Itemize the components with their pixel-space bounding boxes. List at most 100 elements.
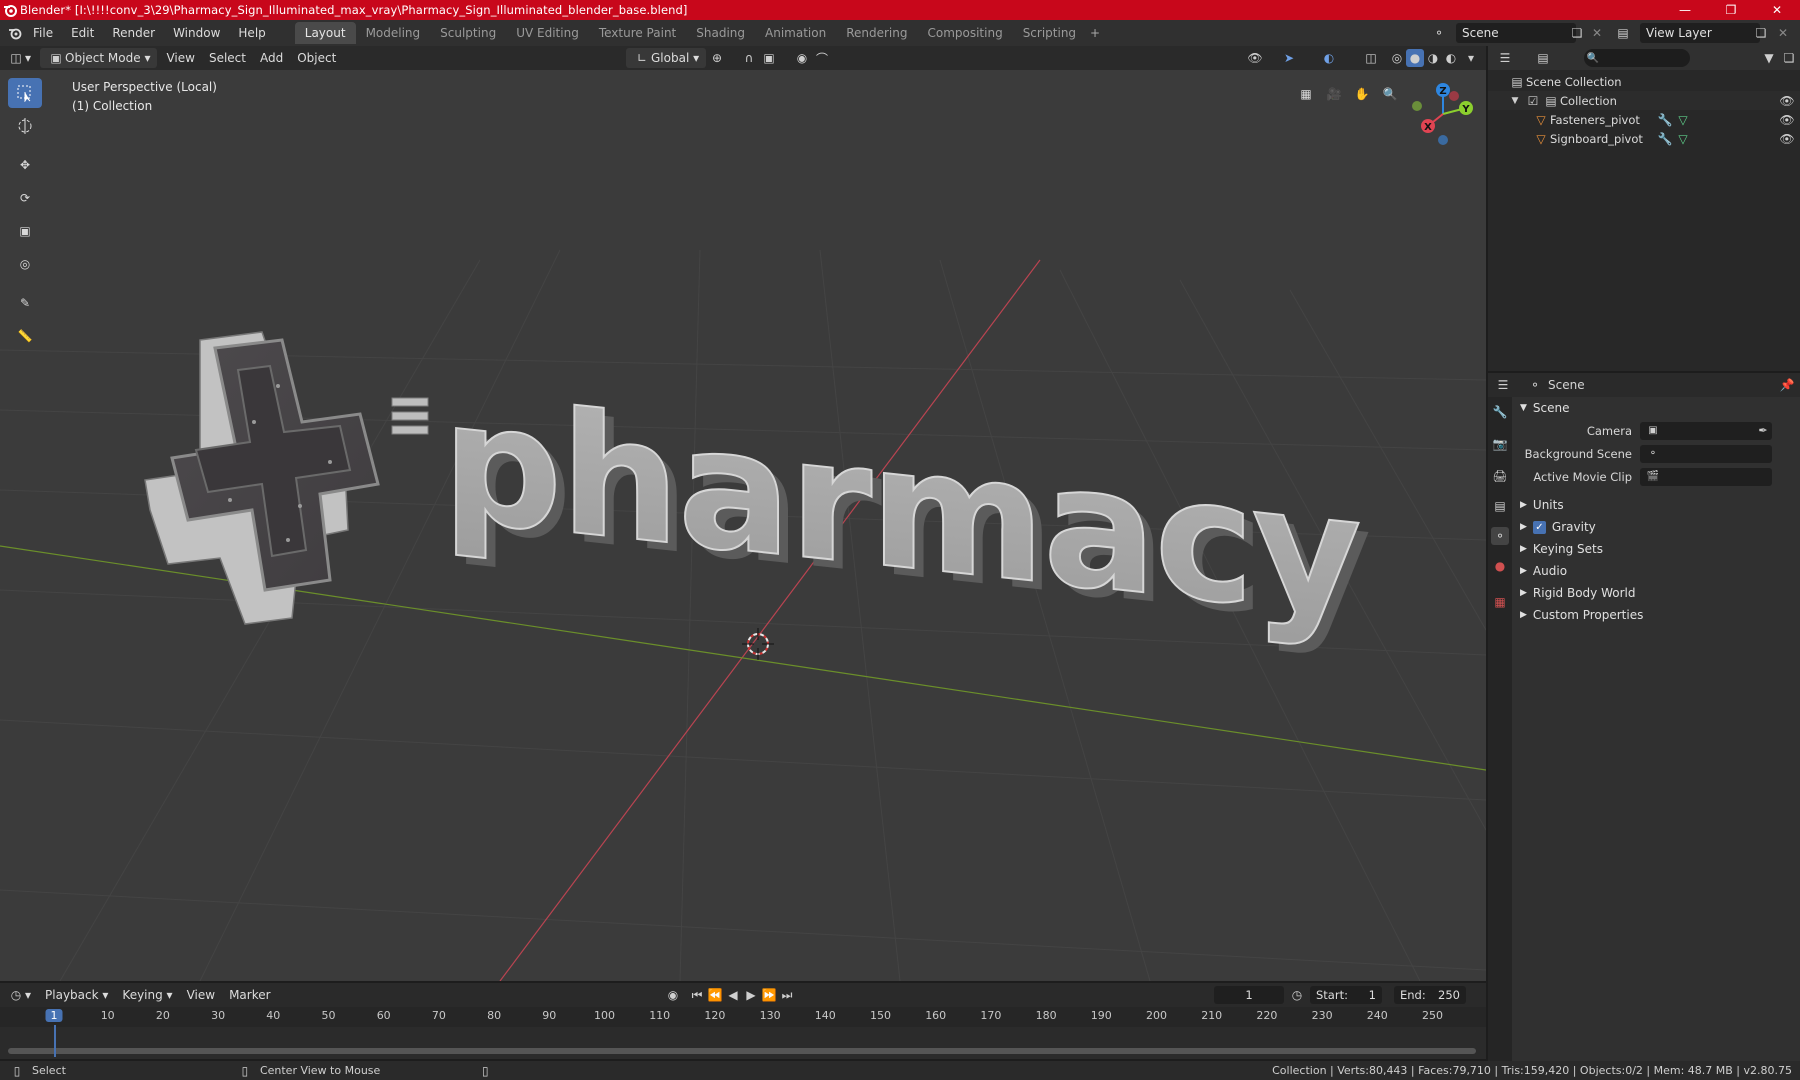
measure-tool[interactable]: 📏: [8, 321, 42, 351]
minimize-button[interactable]: —: [1662, 0, 1708, 20]
output-tab-icon[interactable]: 🖨: [1491, 467, 1509, 485]
gravity-panel-header[interactable]: ▶ ✓ Gravity: [1514, 516, 1800, 538]
background-scene-field[interactable]: ⚬: [1640, 444, 1772, 463]
show-gizmo-icon[interactable]: ➤: [1280, 49, 1298, 67]
solid-shading-icon[interactable]: ●: [1406, 49, 1424, 67]
add-workspace-icon[interactable]: +: [1086, 24, 1104, 42]
outliner-row-collection[interactable]: ▼ ☑ ▤ Collection 👁: [1488, 91, 1800, 110]
menu-window[interactable]: Window: [164, 22, 229, 44]
object-visibility-icon[interactable]: 👁: [1246, 49, 1264, 67]
3d-viewport[interactable]: pharmacy pharmacy User Perspective (Loca…: [0, 70, 1486, 981]
visibility-eye-icon[interactable]: 👁: [1778, 111, 1796, 129]
view-layer-icon[interactable]: ▤: [1614, 24, 1632, 42]
show-overlays-icon[interactable]: ◐: [1320, 49, 1338, 67]
menu-help[interactable]: Help: [229, 22, 274, 44]
timeline-scrollbar[interactable]: [8, 1048, 1476, 1054]
close-button[interactable]: ✕: [1754, 0, 1800, 20]
pin-icon[interactable]: 📌: [1778, 376, 1796, 394]
outliner-search-input[interactable]: 🔍: [1584, 49, 1690, 67]
preview-range-icon[interactable]: ◷: [1288, 986, 1306, 1004]
audio-panel-header[interactable]: ▶ Audio: [1514, 560, 1800, 582]
camera-view-icon[interactable]: 🎥: [1322, 82, 1346, 106]
end-frame-field[interactable]: End: 250: [1394, 986, 1466, 1004]
visibility-eye-icon[interactable]: 👁: [1778, 130, 1796, 148]
keying-menu[interactable]: Keying ▾: [115, 985, 179, 1005]
rendered-shading-icon[interactable]: ◐: [1442, 49, 1460, 67]
marker-menu[interactable]: Marker: [222, 985, 277, 1005]
blender-menu-icon[interactable]: [6, 24, 24, 42]
material-shading-icon[interactable]: ◑: [1424, 49, 1442, 67]
menu-object[interactable]: Object: [290, 48, 343, 68]
menu-add[interactable]: Add: [253, 48, 290, 68]
pan-view-hand-icon[interactable]: ✋: [1350, 82, 1374, 106]
toggle-perspective-icon[interactable]: ▦: [1294, 82, 1318, 106]
outliner-row-scene-collection[interactable]: ▤ Scene Collection: [1488, 72, 1800, 91]
playback-menu[interactable]: Playback ▾: [38, 985, 115, 1005]
cursor-tool[interactable]: [8, 111, 42, 141]
proportional-falloff-icon[interactable]: ⌒: [813, 49, 831, 67]
maximize-button[interactable]: ❐: [1708, 0, 1754, 20]
tab-animation[interactable]: Animation: [755, 22, 836, 44]
tab-uv-editing[interactable]: UV Editing: [506, 22, 589, 44]
snap-icon[interactable]: ∩: [740, 49, 758, 67]
mode-dropdown[interactable]: ▣ Object Mode ▾: [40, 48, 158, 68]
modifier-wrench-icon[interactable]: 🔧: [1656, 111, 1674, 129]
menu-view[interactable]: View: [159, 48, 201, 68]
jump-start-icon[interactable]: ⏮: [688, 986, 706, 1004]
wireframe-shading-icon[interactable]: ◎: [1388, 49, 1406, 67]
pivot-point-icon[interactable]: ⊕: [708, 49, 726, 67]
next-keyframe-icon[interactable]: ⏩: [760, 986, 778, 1004]
menu-file[interactable]: File: [24, 22, 62, 44]
xray-toggle-icon[interactable]: ◫: [1362, 49, 1380, 67]
tab-modeling[interactable]: Modeling: [356, 22, 431, 44]
start-frame-field[interactable]: Start: 1: [1310, 986, 1382, 1004]
scene-tab-icon[interactable]: ⚬: [1491, 527, 1509, 545]
outliner-editor-type-icon[interactable]: ☰: [1496, 49, 1514, 67]
editor-type-button[interactable]: ◫ ▾: [0, 48, 38, 68]
jump-end-icon[interactable]: ⏭: [778, 986, 796, 1004]
playhead-line[interactable]: [54, 1025, 56, 1057]
navigation-gizmo[interactable]: Z Y X: [1406, 76, 1480, 150]
play-reverse-icon[interactable]: ◀: [724, 986, 742, 1004]
filter-icon[interactable]: ▼: [1760, 49, 1778, 67]
keying-sets-panel-header[interactable]: ▶ Keying Sets: [1514, 538, 1800, 560]
rigid-body-world-panel-header[interactable]: ▶ Rigid Body World: [1514, 582, 1800, 604]
mesh-data-icon[interactable]: ▽: [1674, 130, 1692, 148]
annotate-tool[interactable]: ✎: [8, 288, 42, 318]
camera-field[interactable]: ▣ ✒: [1640, 421, 1772, 440]
transform-orientation-dropdown[interactable]: ∟ Global ▾: [626, 48, 707, 68]
scene-selector[interactable]: Scene: [1456, 23, 1576, 43]
tab-layout[interactable]: Layout: [294, 22, 356, 44]
modifier-wrench-icon[interactable]: 🔧: [1656, 130, 1674, 148]
timeline-editor-type-button[interactable]: ◷ ▾: [0, 985, 38, 1005]
zoom-view-icon[interactable]: 🔍: [1378, 82, 1402, 106]
scene-panel-header[interactable]: ▼ Scene: [1514, 397, 1800, 419]
properties-editor-type-icon[interactable]: ☰: [1494, 376, 1512, 394]
timeline-view-menu[interactable]: View: [180, 985, 222, 1005]
move-tool[interactable]: ✥: [8, 150, 42, 180]
gravity-checkbox[interactable]: ✓: [1532, 520, 1546, 534]
tab-texture-paint[interactable]: Texture Paint: [589, 22, 686, 44]
tab-sculpting[interactable]: Sculpting: [430, 22, 506, 44]
scene-type-icon[interactable]: ⚬: [1430, 24, 1448, 42]
shading-options-icon[interactable]: ▾: [1462, 49, 1480, 67]
menu-edit[interactable]: Edit: [62, 22, 103, 44]
visibility-eye-icon[interactable]: 👁: [1778, 92, 1796, 110]
current-frame-field[interactable]: 1: [1214, 986, 1284, 1004]
expand-arrow-icon[interactable]: ▼: [1506, 92, 1524, 110]
active-movie-clip-field[interactable]: 🎬: [1640, 467, 1772, 486]
timeline-ruler[interactable]: 1 10 20 30 40 50 60 70 80 90 100 110 120 130 140 150 160…: [0, 1007, 1486, 1027]
new-scene-icon[interactable]: ❏: [1568, 24, 1586, 42]
tool-settings-tab-icon[interactable]: 🔧: [1491, 403, 1509, 421]
prev-keyframe-icon[interactable]: ⏪: [706, 986, 724, 1004]
delete-scene-icon[interactable]: ✕: [1588, 24, 1606, 42]
custom-properties-panel-header[interactable]: ▶ Custom Properties: [1514, 604, 1800, 626]
rotate-tool[interactable]: ⟳: [8, 183, 42, 213]
transform-tool[interactable]: ◎: [8, 249, 42, 279]
new-view-layer-icon[interactable]: ❏: [1752, 24, 1770, 42]
tab-compositing[interactable]: Compositing: [917, 22, 1012, 44]
tab-rendering[interactable]: Rendering: [836, 22, 917, 44]
new-collection-icon[interactable]: ❏: [1780, 49, 1798, 67]
world-tab-icon[interactable]: ●: [1491, 557, 1509, 575]
delete-view-layer-icon[interactable]: ✕: [1774, 24, 1792, 42]
